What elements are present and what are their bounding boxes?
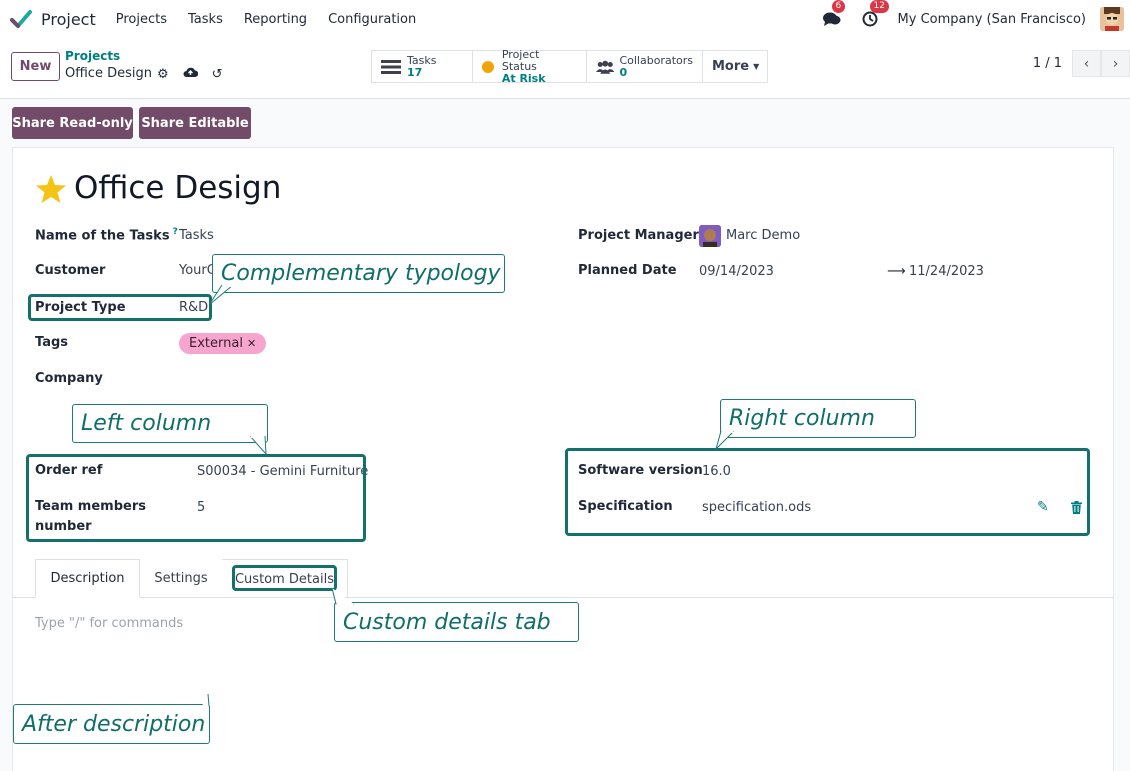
planned-date-start-field[interactable]: 09/14/2023 [699, 264, 774, 279]
callout-pointer-left-column [249, 436, 267, 456]
user-avatar[interactable] [1100, 7, 1124, 31]
callout-pointer-after-description [202, 694, 210, 708]
users-icon [596, 60, 615, 74]
chevron-left-icon: ‹ [1083, 55, 1090, 72]
more-label: More [712, 59, 750, 74]
gear-icon[interactable]: ⚙ [157, 67, 169, 82]
control-panel: New Projects Office Design ⚙ ↺ Tasks 17 … [0, 38, 1130, 99]
tab-description[interactable]: Description [35, 559, 140, 598]
description-editor[interactable]: Type "/" for commands [35, 616, 183, 631]
share-read-only-button[interactable]: Share Read-only [12, 107, 133, 139]
arrow-right-icon: ⟶ [887, 264, 906, 279]
right-column-highlight [565, 448, 1090, 536]
new-button[interactable]: New [11, 52, 60, 81]
main-menu: Projects Tasks Reporting Configuration [116, 12, 437, 27]
chat-bubbles-icon [822, 12, 841, 26]
project-manager-label: Project Manager [578, 228, 699, 243]
menu-tasks[interactable]: Tasks [188, 12, 223, 27]
project-status-label: Project Status [501, 47, 540, 73]
callout-right-column: Right column [720, 399, 916, 438]
menu-configuration[interactable]: Configuration [328, 12, 416, 27]
activities-menu[interactable]: 12 [860, 0, 889, 29]
top-navbar: Project Projects Tasks Reporting Configu… [0, 0, 1130, 38]
project-manager-field[interactable]: Marc Demo [726, 228, 800, 243]
left-column-highlight [26, 454, 366, 542]
caret-down-icon: ▼ [753, 62, 760, 71]
activities-badge: 12 [869, 0, 889, 13]
custom-details-tab-highlight [232, 565, 337, 591]
collaborators-label: Collaborators [619, 53, 693, 67]
menu-reporting[interactable]: Reporting [244, 12, 307, 27]
collaborators-smart-button[interactable]: Collaborators 0 [587, 51, 703, 82]
callout-pointer-complementary [208, 285, 234, 306]
project-status-smart-button[interactable]: Project Status At Risk [473, 47, 587, 85]
customer-field[interactable]: YourC [179, 263, 216, 278]
planned-date-label: Planned Date [578, 263, 677, 278]
project-title[interactable]: Office Design [74, 170, 281, 206]
callout-after-description: After description [13, 704, 210, 744]
pager-previous-button[interactable]: ‹ [1072, 50, 1101, 77]
breadcrumb-projects[interactable]: Projects [65, 49, 120, 63]
more-dropdown[interactable]: More ▼ [703, 51, 767, 82]
name-of-tasks-label-text: Name of the Tasks [35, 228, 170, 244]
callout-complementary-typology: Complementary typology [212, 254, 505, 293]
planned-date-end-field[interactable]: 11/24/2023 [909, 264, 984, 279]
tasks-smart-button[interactable]: Tasks 17 [372, 51, 473, 82]
breadcrumb-current: Office Design [65, 66, 152, 81]
company-switcher[interactable]: My Company (San Francisco) [898, 12, 1086, 27]
messaging-menu[interactable]: 6 [822, 0, 846, 29]
callout-left-column: Left column [72, 404, 268, 443]
systray: 6 12 My Company (San Francisco) [822, 0, 1130, 38]
project-manager-avatar [699, 225, 721, 247]
app-name: Project [41, 9, 96, 29]
chevron-right-icon: › [1112, 55, 1119, 72]
status-dot-icon [482, 60, 494, 73]
project-type-highlight [28, 294, 212, 321]
record-actions: ⚙ ↺ [157, 66, 237, 82]
user-avatar-image [1100, 7, 1124, 31]
tasks-icon [381, 59, 401, 74]
project-app-icon [10, 10, 32, 28]
project-manager-avatar-image [699, 225, 721, 247]
help-tooltip-icon[interactable]: ? [173, 227, 178, 237]
tag-badge-label: External [189, 336, 243, 351]
customer-label: Customer [35, 263, 106, 278]
remove-tag-icon[interactable]: ✕ [247, 337, 256, 350]
clock-icon [862, 11, 878, 27]
company-label: Company [35, 371, 103, 386]
tags-label: Tags [35, 335, 69, 350]
tasks-smart-label: Tasks [407, 53, 437, 67]
discard-undo-icon[interactable]: ↺ [212, 67, 223, 82]
smart-buttons: Tasks 17 Project Status At Risk Collabor… [371, 47, 768, 85]
tag-badge[interactable]: External ✕ [179, 333, 267, 354]
collaborators-value: 0 [619, 65, 628, 79]
cloud-upload-icon[interactable] [183, 66, 198, 82]
share-editable-button[interactable]: Share Editable [139, 107, 251, 139]
menu-projects[interactable]: Projects [116, 12, 167, 27]
callout-custom-details-tab: Custom details tab [334, 602, 579, 642]
messages-badge: 6 [831, 0, 846, 13]
project-status-value: At Risk [501, 71, 546, 85]
pager: 1 / 1 ‹ › [1033, 50, 1130, 77]
tasks-smart-value: 17 [407, 65, 423, 79]
callout-pointer-custom-details [331, 588, 354, 606]
pager-value[interactable]: 1 / 1 [1033, 56, 1062, 71]
app-brand[interactable]: Project [10, 8, 96, 30]
tab-settings[interactable]: Settings [140, 559, 222, 598]
notebook-tabs: Description Settings Custom Details [12, 559, 1114, 598]
pager-next-button[interactable]: › [1101, 50, 1130, 77]
callout-pointer-right-column [715, 431, 735, 451]
favorite-star-icon[interactable] [35, 173, 67, 205]
name-of-tasks-label: Name of the Tasks? [35, 227, 178, 243]
name-of-tasks-field[interactable]: Tasks [179, 228, 214, 243]
